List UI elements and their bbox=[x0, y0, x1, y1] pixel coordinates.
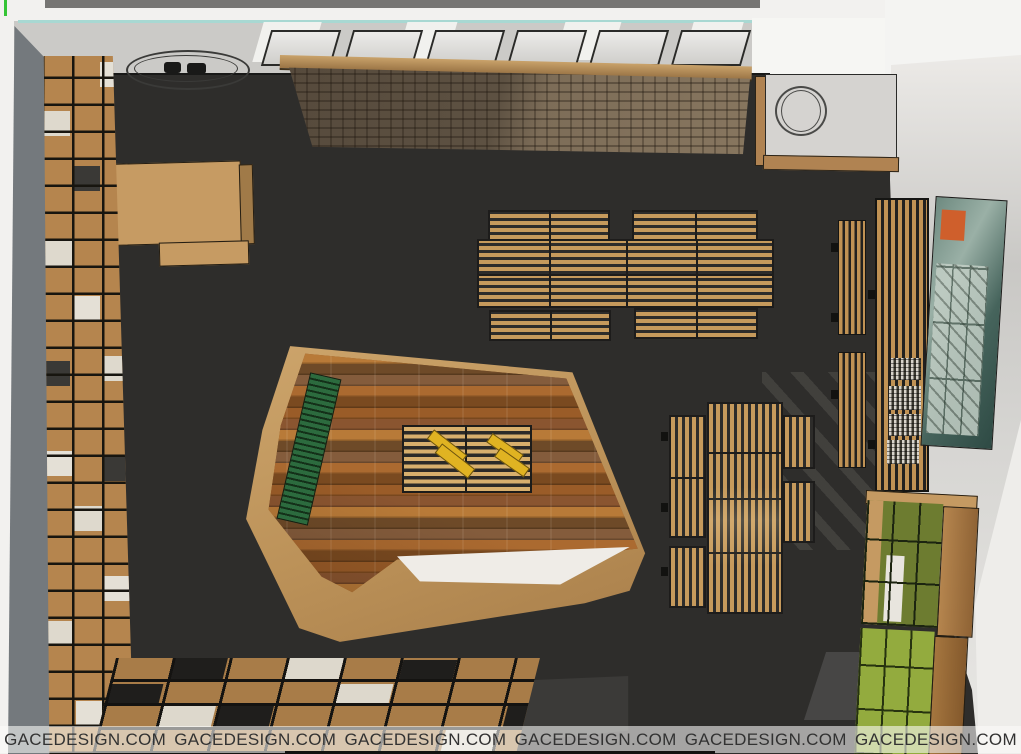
table-leg bbox=[661, 432, 668, 441]
poster-image-grid bbox=[926, 263, 988, 436]
basin-circle-inner bbox=[781, 90, 821, 132]
watermark-band: GACEDESIGN.COM GACEDESIGN.COM GACEDESIGN… bbox=[0, 726, 1021, 753]
display-table-narrow bbox=[783, 481, 815, 543]
table-divider bbox=[550, 312, 552, 339]
poster-orange-square bbox=[940, 209, 966, 240]
interior-render-scene: GACEDESIGN.COM GACEDESIGN.COM GACEDESIGN… bbox=[0, 0, 1021, 754]
axis-guide-line bbox=[4, 0, 7, 16]
table-divider bbox=[465, 427, 467, 491]
wall-poster bbox=[920, 196, 1007, 450]
display-table-small bbox=[634, 308, 758, 339]
display-table-narrow bbox=[669, 477, 706, 538]
display-table-large bbox=[477, 239, 774, 308]
round-rug-inner bbox=[134, 55, 238, 82]
table-leg bbox=[868, 290, 875, 299]
slat-screen-bench bbox=[838, 352, 866, 468]
table-divider bbox=[696, 310, 698, 337]
slatted-canopy-panel bbox=[282, 64, 750, 156]
reception-desk bbox=[109, 156, 258, 270]
table-divider bbox=[479, 274, 772, 276]
table-highlight bbox=[709, 404, 781, 612]
desk-top bbox=[111, 160, 243, 245]
rack-grid-panel bbox=[889, 386, 921, 410]
rack-grid-panel bbox=[891, 358, 921, 380]
rack-grid-panel bbox=[887, 440, 919, 464]
rack-grid-panel bbox=[889, 414, 921, 436]
table-leg bbox=[661, 503, 668, 512]
desk-extension bbox=[159, 240, 250, 266]
watermark-text: GACEDESIGN.COM bbox=[170, 730, 340, 750]
skylight-window bbox=[671, 30, 751, 66]
corner-counter bbox=[755, 72, 901, 170]
watermark-text: GACEDESIGN.COM bbox=[0, 730, 170, 750]
watermark-text: GACEDESIGN.COM bbox=[681, 730, 851, 750]
table-leg bbox=[831, 313, 838, 322]
counter-wood-front bbox=[763, 155, 899, 172]
watermark-text: GACEDESIGN.COM bbox=[851, 730, 1021, 750]
display-table-small bbox=[488, 210, 610, 241]
watermark-text: GACEDESIGN.COM bbox=[340, 730, 510, 750]
display-table-narrow bbox=[669, 546, 706, 608]
table-leg bbox=[831, 390, 838, 399]
top-wall-edge bbox=[45, 0, 760, 8]
desk-side-face bbox=[239, 164, 255, 244]
platform-display-table bbox=[402, 425, 532, 493]
table-divider bbox=[695, 212, 697, 239]
locker-upper-wood-side bbox=[936, 506, 979, 638]
reading-platform bbox=[242, 338, 650, 650]
slat-screen-bench bbox=[838, 220, 866, 335]
small-seat bbox=[164, 62, 181, 73]
table-leg bbox=[868, 440, 875, 449]
skylight-window bbox=[589, 30, 669, 66]
display-table-small bbox=[632, 210, 758, 241]
locker-shelf-unit bbox=[852, 490, 980, 754]
table-divider bbox=[549, 212, 551, 239]
watermark-text: GACEDESIGN.COM bbox=[511, 730, 681, 750]
locker-upper-olive bbox=[861, 500, 943, 628]
display-table-narrow bbox=[669, 415, 706, 479]
display-table-small bbox=[489, 310, 611, 341]
magazine-rack-screen bbox=[875, 198, 929, 492]
small-seat bbox=[187, 63, 206, 74]
table-leg bbox=[831, 243, 838, 252]
display-table-narrow bbox=[783, 415, 815, 469]
table-leg bbox=[661, 567, 668, 576]
display-table-long bbox=[707, 402, 783, 614]
